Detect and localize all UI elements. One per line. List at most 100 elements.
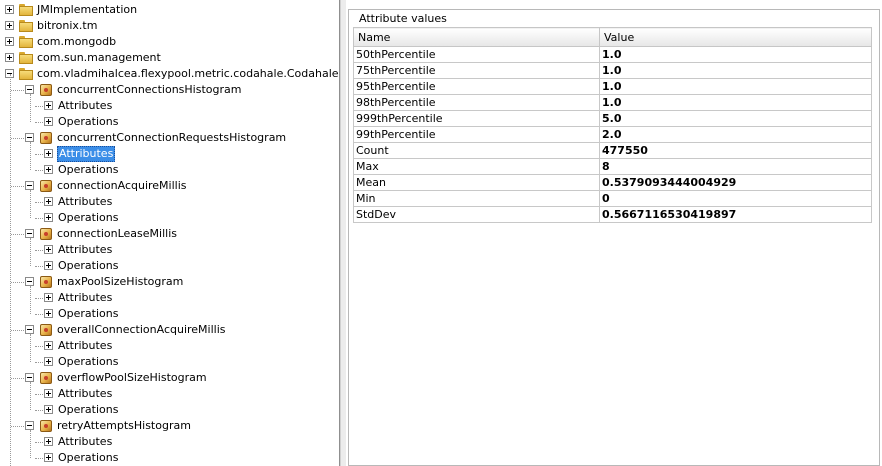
tree-attributes-7[interactable]: Attributes — [0, 434, 339, 450]
tree-mbean-7[interactable]: retryAttemptsHistogram — [0, 418, 339, 434]
expand-icon[interactable] — [5, 5, 14, 14]
tree-mbean-0[interactable]: concurrentConnectionsHistogram — [0, 82, 339, 98]
expand-icon[interactable] — [44, 117, 53, 126]
tree-operations-1[interactable]: Operations — [0, 162, 339, 178]
expand-icon[interactable] — [44, 453, 53, 462]
expand-icon[interactable] — [44, 245, 53, 254]
expand-icon[interactable] — [44, 309, 53, 318]
tree-package-1[interactable]: bitronix.tm — [0, 18, 339, 34]
table-row[interactable]: 99thPercentile 2.0 — [353, 126, 872, 143]
tree-node-label: retryAttemptsHistogram — [57, 419, 191, 432]
tree-operations-2[interactable]: Operations — [0, 210, 339, 226]
tree-mbean-2[interactable]: connectionAcquireMillis — [0, 178, 339, 194]
tree-attributes-2[interactable]: Attributes — [0, 194, 339, 210]
table-row[interactable]: 75thPercentile 1.0 — [353, 62, 872, 79]
tree-connector — [10, 74, 11, 466]
tree-node-label: Attributes — [58, 435, 113, 448]
tree-operations-5[interactable]: Operations — [0, 354, 339, 370]
tree-mbean-6[interactable]: overflowPoolSizeHistogram — [0, 370, 339, 386]
expand-icon[interactable] — [44, 261, 53, 270]
attribute-value[interactable]: 477550 — [599, 142, 872, 159]
attribute-value[interactable]: 0 — [599, 190, 872, 207]
collapse-icon[interactable] — [25, 181, 34, 190]
tree-mbean-3[interactable]: connectionLeaseMillis — [0, 226, 339, 242]
expand-icon[interactable] — [44, 389, 53, 398]
tree-attributes-4[interactable]: Attributes — [0, 290, 339, 306]
expand-icon[interactable] — [5, 37, 14, 46]
expand-icon[interactable] — [44, 293, 53, 302]
attribute-table: Name Value 50thPercentile 1.0 75thPercenti… — [353, 27, 872, 223]
folder-icon — [19, 68, 33, 80]
attribute-value[interactable]: 1.0 — [599, 46, 872, 63]
expand-icon[interactable] — [44, 213, 53, 222]
column-header-name[interactable]: Name — [353, 27, 600, 47]
expand-icon[interactable] — [44, 101, 53, 110]
table-row[interactable]: Mean 0.5379093444004929 — [353, 174, 872, 191]
attribute-value[interactable]: 0.5667116530419897 — [599, 206, 872, 223]
expand-icon[interactable] — [5, 53, 14, 62]
tree-package-0[interactable]: JMImplementation — [0, 2, 339, 18]
expand-icon[interactable] — [44, 197, 53, 206]
expand-icon[interactable] — [44, 437, 53, 446]
mbean-tree[interactable]: JMImplementation bitronix.tm com.mongodb co… — [0, 0, 340, 466]
attribute-value[interactable]: 1.0 — [599, 94, 872, 111]
collapse-icon[interactable] — [25, 85, 34, 94]
expand-icon[interactable] — [44, 405, 53, 414]
tree-mbean-5[interactable]: overallConnectionAcquireMillis — [0, 322, 339, 338]
tree-operations-6[interactable]: Operations — [0, 402, 339, 418]
tree-operations-3[interactable]: Operations — [0, 258, 339, 274]
tree-connector — [30, 430, 31, 458]
table-row[interactable]: Max 8 — [353, 158, 872, 175]
collapse-icon[interactable] — [25, 325, 34, 334]
table-row[interactable]: 95thPercentile 1.0 — [353, 78, 872, 95]
table-row[interactable]: Min 0 — [353, 190, 872, 207]
expand-icon[interactable] — [44, 357, 53, 366]
attribute-value[interactable]: 5.0 — [599, 110, 872, 127]
attribute-value[interactable]: 2.0 — [599, 126, 872, 143]
tree-operations-4[interactable]: Operations — [0, 306, 339, 322]
attribute-name: 99thPercentile — [353, 126, 600, 143]
tree-attributes-6[interactable]: Attributes — [0, 386, 339, 402]
tree-package-2[interactable]: com.mongodb — [0, 34, 339, 50]
table-row[interactable]: 98thPercentile 1.0 — [353, 94, 872, 111]
tree-attributes-1[interactable]: Attributes — [0, 146, 339, 162]
collapse-icon[interactable] — [25, 373, 34, 382]
table-row[interactable]: Count 477550 — [353, 142, 872, 159]
tree-package-3[interactable]: com.sun.management — [0, 50, 339, 66]
attribute-value[interactable]: 8 — [599, 158, 872, 175]
tree-connector — [30, 334, 31, 362]
attribute-value[interactable]: 0.5379093444004929 — [599, 174, 872, 191]
table-row[interactable]: 50thPercentile 1.0 — [353, 46, 872, 63]
table-row[interactable]: StdDev 0.5667116530419897 — [353, 206, 872, 223]
tree-node-label: com.mongodb — [37, 35, 117, 48]
attribute-name: 98thPercentile — [353, 94, 600, 111]
collapse-icon[interactable] — [25, 421, 34, 430]
tree-node-label: connectionAcquireMillis — [57, 179, 187, 192]
tree-attributes-0[interactable]: Attributes — [0, 98, 339, 114]
tree-connector — [11, 90, 24, 91]
tree-attributes-3[interactable]: Attributes — [0, 242, 339, 258]
tree-connector — [35, 314, 43, 315]
expand-icon[interactable] — [44, 165, 53, 174]
tree-operations-7[interactable]: Operations — [0, 450, 339, 466]
attribute-value[interactable]: 1.0 — [599, 62, 872, 79]
tree-mbean-4[interactable]: maxPoolSizeHistogram — [0, 274, 339, 290]
tree-node-label: maxPoolSizeHistogram — [57, 275, 184, 288]
column-header-value[interactable]: Value — [599, 27, 872, 47]
collapse-icon[interactable] — [25, 133, 34, 142]
expand-icon[interactable] — [5, 21, 14, 30]
tree-mbean-1[interactable]: concurrentConnectionRequestsHistogram — [0, 130, 339, 146]
attribute-value[interactable]: 1.0 — [599, 78, 872, 95]
table-row[interactable]: 999thPercentile 5.0 — [353, 110, 872, 127]
expand-icon[interactable] — [44, 149, 53, 158]
tree-attributes-5[interactable]: Attributes — [0, 338, 339, 354]
collapse-icon[interactable] — [25, 277, 34, 286]
tree-operations-0[interactable]: Operations — [0, 114, 339, 130]
tree-connector — [30, 238, 31, 266]
mbean-icon — [40, 324, 52, 336]
tree-connector — [35, 170, 43, 171]
collapse-icon[interactable] — [25, 229, 34, 238]
tree-package-4[interactable]: com.vladmihalcea.flexypool.metric.codaha… — [0, 66, 339, 82]
tree-connector — [30, 382, 31, 410]
expand-icon[interactable] — [44, 341, 53, 350]
